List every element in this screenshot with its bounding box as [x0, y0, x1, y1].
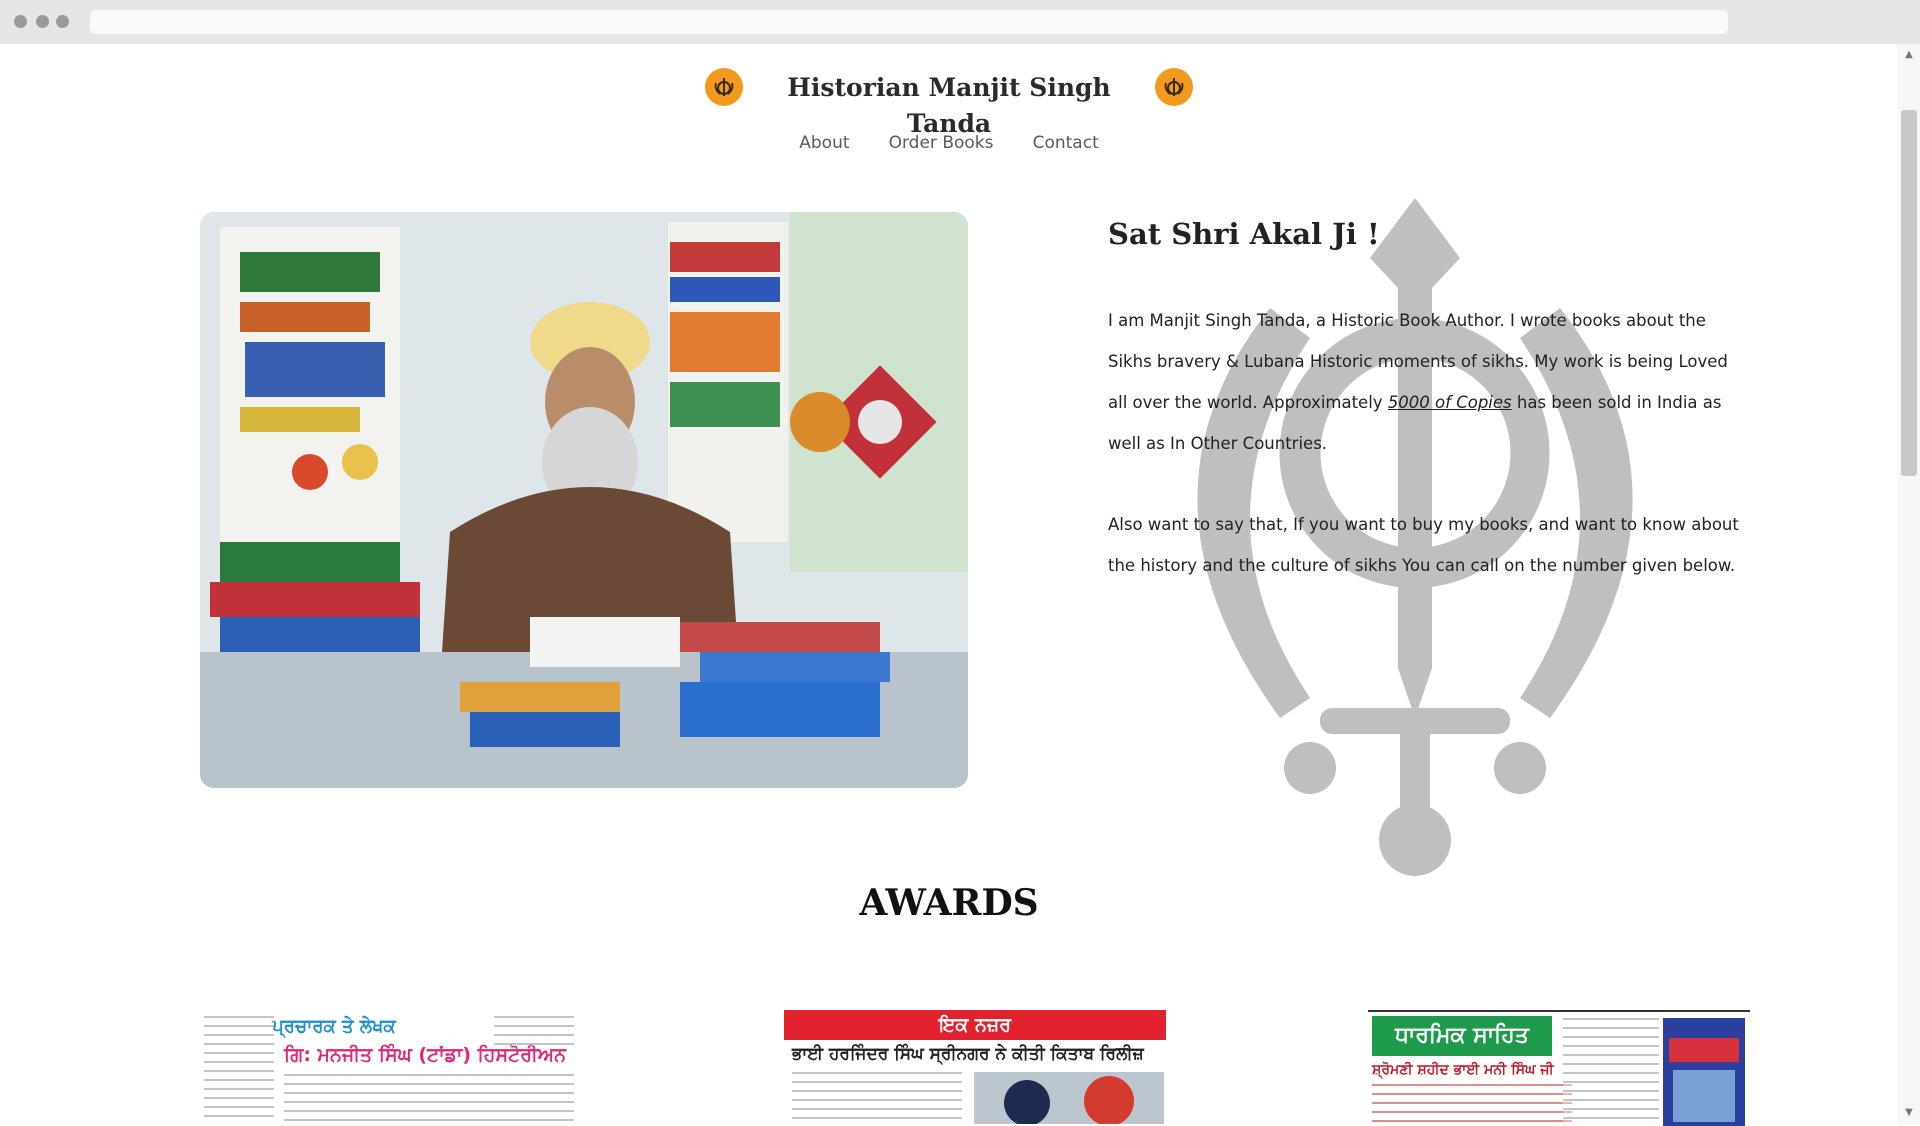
award-clipping-3[interactable]: ਧਾਰਮਿਕ ਸਾਹਿਤ ਸ਼੍ਰੋਮਣੀ ਸ਼ਹੀਦ ਭਾਈ ਮਨੀ ਸਿੰਘ… [1368, 1010, 1750, 1126]
clipping-text-block [284, 1074, 574, 1124]
nav-about-link[interactable]: About [799, 130, 849, 156]
awards-heading: AWARDS [859, 882, 1039, 924]
clipping-text-block [1372, 1084, 1572, 1126]
address-bar[interactable] [90, 10, 1728, 34]
nav-contact-link[interactable]: Contact [1033, 130, 1099, 156]
clipping-text-block [494, 1016, 574, 1046]
contact-paragraph: Also want to say that, If you want to bu… [1108, 515, 1739, 575]
clipping-photo [974, 1072, 1164, 1124]
clipping-book-cover [1663, 1018, 1745, 1126]
clipping-banner: ਇਕ ਨਜ਼ਰ [784, 1010, 1166, 1040]
clipping-headline: ਭਾਈ ਹਰਜਿੰਦਰ ਸਿੰਘ ਸ੍ਰੀਨਗਰ ਨੇ ਕੀਤੀ ਕਿਤਾਬ ਰ… [792, 1044, 1144, 1064]
award-clipping-1[interactable]: ਪ੍ਰਚਾਰਕ ਤੇ ਲੇਖਕ ਗਿ: ਮਨਜੀਤ ਸਿੰਘ (ਟਾਂਡਾ) ਹ… [204, 1010, 574, 1124]
clipping-text-block [204, 1016, 274, 1124]
main-nav: About Order Books Contact [0, 130, 1898, 156]
khanda-badge-icon [705, 68, 743, 106]
clipping-headline: ਗਿ: ਮਨਜੀਤ ਸਿੰਘ (ਟਾਂਡਾ) ਹਿਸਟੋਰੀਅਨ [284, 1044, 567, 1066]
scroll-down-icon[interactable]: ▼ [1903, 1108, 1915, 1118]
page-scrollbar[interactable]: ▲ ▼ [1898, 44, 1920, 1124]
window-minimize-dot[interactable] [36, 15, 49, 28]
site-title[interactable]: Historian Manjit Singh Tanda [768, 70, 1130, 138]
clipping-text-block [792, 1072, 962, 1124]
scrollbar-thumb[interactable] [1901, 110, 1917, 476]
copies-sold-link[interactable]: 5000 of Copies [1388, 393, 1512, 412]
browser-toolbar [0, 0, 1920, 44]
window-close-dot[interactable] [14, 15, 27, 28]
nav-order-books-link[interactable]: Order Books [889, 130, 994, 156]
scroll-up-icon[interactable]: ▲ [1903, 50, 1915, 60]
window-maximize-dot[interactable] [56, 15, 69, 28]
clipping-text-block [1563, 1018, 1659, 1126]
about-paragraph: I am Manjit Singh Tanda, a Historic Book… [1108, 300, 1748, 464]
clipping-headline: ਸ਼੍ਰੋਮਣੀ ਸ਼ਹੀਦ ਭਾਈ ਮਨੀ ਸਿੰਘ ਜੀ [1372, 1062, 1554, 1078]
khanda-badge-icon [1155, 68, 1193, 106]
award-clipping-2[interactable]: ਇਕ ਨਜ਼ਰ ਭਾਈ ਹਰਜਿੰਦਰ ਸਿੰਘ ਸ੍ਰੀਨਗਰ ਨੇ ਕੀਤੀ… [784, 1010, 1166, 1124]
clipping-banner: ਧਾਰਮਿਕ ਸਾਹਿਤ [1372, 1016, 1552, 1056]
author-photo [200, 212, 968, 788]
greeting-heading: Sat Shri Akal Ji ! [1108, 217, 1380, 251]
